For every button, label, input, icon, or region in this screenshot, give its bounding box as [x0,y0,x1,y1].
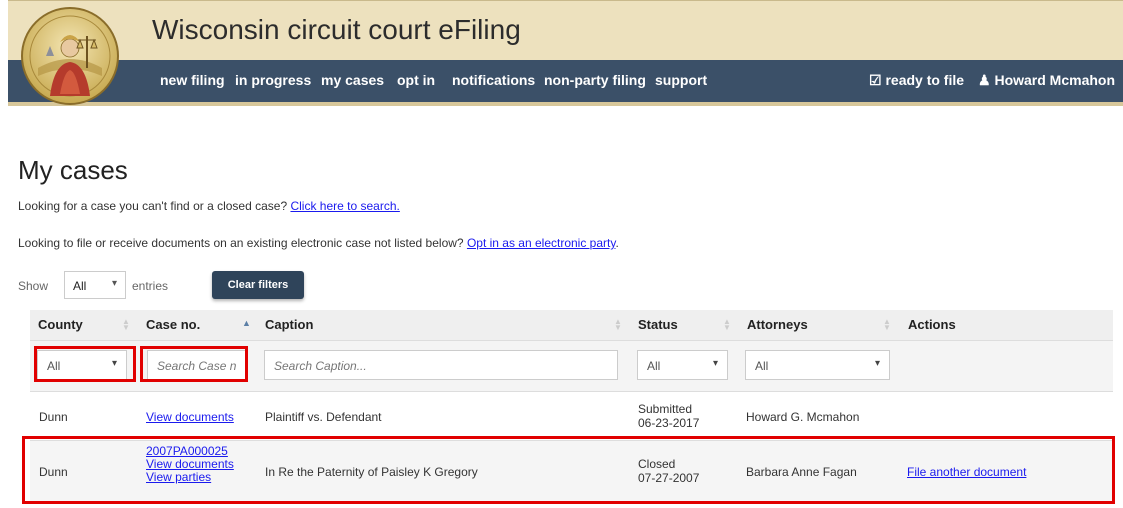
site-header: Wisconsin circuit court eFiling new fili… [8,0,1123,128]
sort-icon: ▲ ▼ [122,317,130,332]
row-county: Dunn [39,410,68,424]
view-parties-link[interactable]: View parties [146,470,211,484]
caption-search-input[interactable]: Search Caption... [264,350,618,380]
sort-icon: ▲ ▼ [723,317,731,332]
row-caption: Plaintiff vs. Defendant [265,410,382,424]
user-icon: ♟ [978,72,991,88]
sort-asc-icon: ▲ [242,318,251,328]
county-filter-select[interactable]: All ▾ [37,350,127,380]
optin-info: Looking to file or receive documents on … [18,236,619,250]
attorneys-filter-select[interactable]: All ▾ [745,350,890,380]
row-case-links: 2007PA000025 View documents View parties [146,445,234,484]
row-status-text: Closed [638,457,676,471]
page-title: My cases [18,155,128,185]
header-banner: Wisconsin circuit court eFiling [8,0,1123,61]
col-case-no[interactable]: Case no. [138,310,258,340]
view-documents-link[interactable]: View documents [146,410,234,424]
nav-my-cases[interactable]: my cases [321,60,384,102]
table-row: Dunn 2007PA000025 View documents View pa… [30,441,1113,502]
col-case-no-label: Case no. [146,317,201,332]
sort-icon: ▲ ▼ [614,317,622,332]
nav-support[interactable]: support [655,60,707,102]
nav-notifications[interactable]: notifications [452,60,535,102]
row-status-text: Submitted [638,402,693,416]
col-actions: Actions [900,310,1100,340]
checkbox-icon: ☑ [869,72,882,88]
search-prompt: Looking for a case you can't find or a c… [18,199,288,213]
ready-to-file-link[interactable]: ☑ ready to file [869,60,964,102]
nav-non-party-filing[interactable]: non-party filing [544,60,646,102]
sort-icon: ▲ ▼ [883,317,891,332]
filter-row: All ▾ Search Case n Search Caption... Al… [30,341,1113,392]
nav-new-filing[interactable]: new filing [160,60,225,102]
entries-label: entries [132,279,169,293]
col-actions-label: Actions [908,317,956,332]
file-another-document-link[interactable]: File another document [907,465,1026,479]
row-caption: In Re the Paternity of Paisley K Gregory [265,465,478,479]
col-attorneys-label: Attorneys [747,317,808,332]
row-attorney: Howard G. Mcmahon [746,410,860,424]
case-search-input[interactable]: Search Case n [147,350,246,380]
col-status[interactable]: Status [630,310,730,340]
row-status-date: 07-27-2007 [638,471,700,485]
col-county[interactable]: County [30,310,122,340]
view-documents-link[interactable]: View documents [146,457,234,471]
caret-down-icon: ▼ [978,117,988,128]
status-filter-value: All [647,359,661,373]
case-search-placeholder: Search Case n [157,359,237,373]
caption-search-placeholder: Search Caption... [274,359,367,373]
caret-down-icon: ▾ [712,358,718,369]
entries-select-value: All [73,279,87,293]
optin-link[interactable]: Opt in as an electronic party [467,236,616,250]
app-title: Wisconsin circuit court eFiling [152,14,521,45]
clear-filters-button[interactable]: Clear filters [212,271,304,299]
col-status-label: Status [638,317,678,332]
caret-down-icon: ▾ [111,278,117,289]
table-row: Dunn View documents Plaintiff vs. Defend… [30,392,1113,441]
optin-prompt: Looking to file or receive documents on … [18,236,464,250]
row-status: Closed 07-27-2007 [638,457,699,485]
main-nav: new filing in progress my cases opt in n… [8,60,1123,128]
col-caption[interactable]: Caption [257,310,627,340]
nav-in-progress[interactable]: in progress [235,60,311,102]
case-number-link[interactable]: 2007PA000025 [146,444,228,458]
caret-down-icon: ▾ [111,358,117,369]
attorneys-filter-value: All [755,359,769,373]
user-menu[interactable]: ♟ Howard Mcmahon ▼ [978,60,1123,128]
court-seal-logo [21,7,119,105]
search-link[interactable]: Click here to search. [290,199,399,213]
col-county-label: County [38,317,83,332]
ready-to-file-label: ready to file [885,72,965,88]
col-attorneys[interactable]: Attorneys [739,310,889,340]
user-name: Howard Mcmahon [994,72,1116,88]
optin-suffix: . [615,236,619,250]
status-filter-select[interactable]: All ▾ [637,350,728,380]
row-attorney: Barbara Anne Fagan [746,465,857,479]
col-caption-label: Caption [265,317,314,332]
row-county: Dunn [39,465,68,479]
entries-select[interactable]: All ▾ [64,271,126,299]
search-info: Looking for a case you can't find or a c… [18,199,400,213]
caret-down-icon: ▾ [874,358,880,369]
nav-opt-in[interactable]: opt in [397,60,435,102]
county-filter-value: All [47,359,61,373]
show-label: Show [18,279,49,293]
row-status-date: 06-23-2017 [638,416,700,430]
table-header: County ▲ ▼ Case no. ▲ Caption ▲ ▼ Status ▲… [30,310,1113,341]
row-status: Submitted 06-23-2017 [638,402,699,430]
